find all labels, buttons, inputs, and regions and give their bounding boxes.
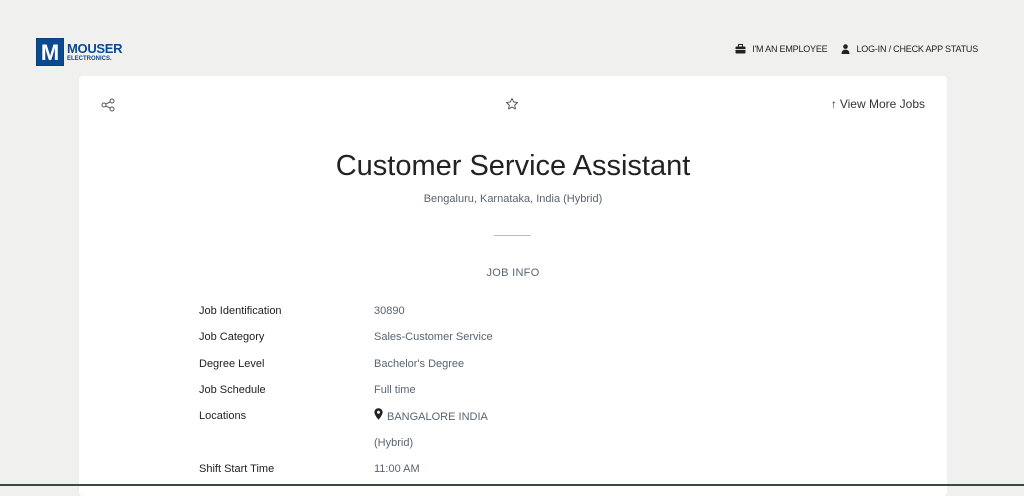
info-row-job-category: Job Category Sales-Customer Service [199, 329, 799, 345]
user-icon [841, 44, 850, 54]
employee-link[interactable]: I'M AN EMPLOYEE [735, 44, 828, 54]
map-pin-icon [374, 408, 383, 425]
job-info-heading: JOB INFO [486, 267, 540, 279]
info-value: 11:00 AM [374, 463, 420, 475]
logo-line-2: ELECTRONICS. [67, 56, 112, 62]
logo-wordmark: MOUSER ELECTRONICS. [67, 41, 123, 62]
info-label: Job Identification [199, 305, 282, 317]
info-label: Job Schedule [199, 384, 266, 396]
location-label: BANGALORE INDIA [387, 410, 488, 423]
employee-link-label: I'M AN EMPLOYEE [752, 44, 828, 54]
job-location: Bengaluru, Karnataka, India (Hybrid) [423, 193, 603, 205]
info-row-job-schedule: Job Schedule Full time [199, 382, 799, 398]
info-row-job-id: Job Identification 30890 [199, 303, 799, 319]
info-label: Job Category [199, 331, 265, 343]
info-row-shift-start: Shift Start Time 11:00 AM [199, 461, 799, 477]
logo-mark: M [36, 38, 64, 66]
star-icon[interactable] [505, 97, 519, 116]
info-label: Locations [199, 410, 247, 422]
info-row-degree-level: Degree Level Bachelor's Degree [199, 356, 799, 372]
header-links: I'M AN EMPLOYEE LOG-IN / CHECK APP STATU… [735, 44, 978, 54]
top-header: M MOUSER ELECTRONICS. I'M AN EMPLOYEE LO… [0, 0, 1024, 75]
info-value-location[interactable]: BANGALORE INDIA [374, 408, 488, 425]
info-value: (Hybrid) [374, 437, 414, 449]
briefcase-icon [735, 44, 746, 54]
info-row-location-type: (Hybrid) [199, 435, 799, 451]
login-link[interactable]: LOG-IN / CHECK APP STATUS [841, 44, 978, 54]
arrow-up-icon: ↑ [830, 97, 837, 111]
job-detail-card: ↑ View More Jobs Customer Service Assist… [79, 76, 947, 496]
divider [494, 235, 531, 236]
logo-line-1: MOUSER [67, 41, 123, 56]
info-value: Bachelor's Degree [374, 358, 465, 370]
info-row-locations: Locations BANGALORE INDIA [199, 408, 799, 424]
share-icon[interactable] [101, 98, 115, 117]
login-link-label: LOG-IN / CHECK APP STATUS [856, 44, 978, 54]
mouser-logo[interactable]: M MOUSER ELECTRONICS. [36, 37, 128, 67]
info-label: Degree Level [199, 358, 265, 370]
info-label: Shift Start Time [199, 463, 275, 475]
view-more-jobs-link[interactable]: ↑ View More Jobs [831, 97, 925, 111]
job-title: Customer Service Assistant [335, 150, 691, 182]
view-more-jobs-label: View More Jobs [839, 97, 925, 111]
info-value: 30890 [374, 305, 405, 317]
info-value: Full time [374, 384, 416, 396]
info-value: Sales-Customer Service [374, 331, 493, 343]
